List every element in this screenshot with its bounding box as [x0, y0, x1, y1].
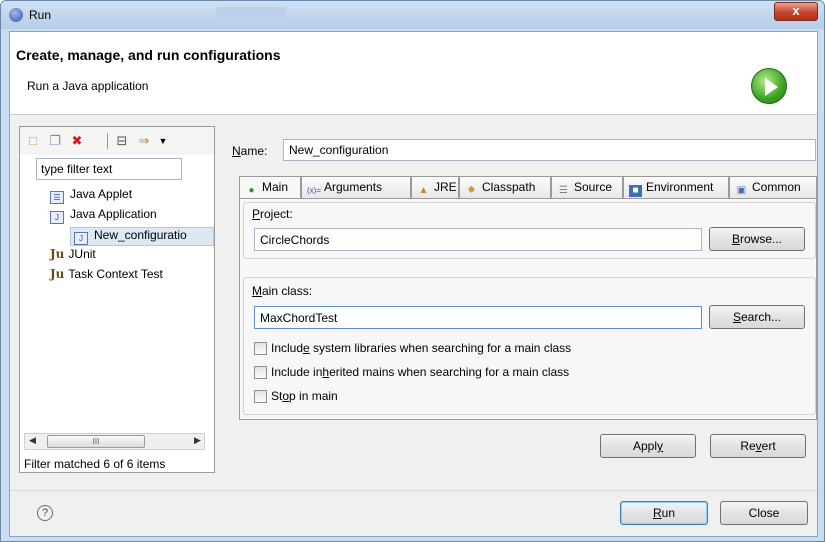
search-button[interactable]: Search...	[709, 305, 805, 329]
main-class-field[interactable]	[254, 306, 702, 329]
scroll-left-arrow-icon[interactable]: ◀	[29, 435, 36, 446]
tab-classpath[interactable]: ✸ Classpath	[459, 176, 551, 198]
environment-icon: ■	[629, 185, 642, 197]
tab-environment[interactable]: ■ Environment	[623, 176, 729, 198]
common-icon: ▣	[736, 185, 747, 196]
footer-separator	[10, 490, 817, 491]
filter-status: Filter matched 6 of 6 items	[24, 457, 166, 471]
title-bar[interactable]: Run x	[1, 1, 824, 29]
include-inherited-mains-checkbox[interactable]	[254, 366, 267, 379]
scroll-right-arrow-icon[interactable]: ▶	[194, 435, 201, 446]
arguments-icon: (x)=	[307, 186, 321, 195]
close-button[interactable]: Close	[720, 501, 808, 525]
run-play-icon	[751, 68, 787, 104]
jre-icon: ▲	[418, 185, 429, 196]
main-tab-content: Project: Browse... Main class: Search...…	[239, 198, 817, 420]
tree-item-label: Java Application	[70, 207, 157, 221]
tree-item-label: New_configuratio	[94, 228, 187, 242]
browse-button[interactable]: Browse...	[709, 227, 805, 251]
tab-common[interactable]: ▣ Common	[729, 176, 817, 198]
tree-item-java-application[interactable]: J Java Application	[50, 207, 157, 226]
tree-item-junit[interactable]: Ju JUnit	[50, 247, 96, 266]
project-field[interactable]	[254, 228, 702, 251]
java-application-icon: J	[74, 232, 88, 245]
tree-item-new-configuration[interactable]: J New_configuratio	[70, 227, 214, 246]
junit-icon: Ju	[50, 267, 65, 281]
main-tab-icon: ●	[248, 185, 255, 196]
include-inherited-mains-label: Include inherited mains when searching f…	[271, 365, 570, 379]
include-system-libraries-checkbox[interactable]	[254, 342, 267, 355]
name-label: Name:	[232, 144, 268, 158]
main-class-label: Main class:	[252, 284, 313, 298]
java-application-icon: J	[50, 211, 64, 224]
window-close-button[interactable]: x	[774, 2, 818, 21]
dialog-header: Create, manage, and run configurations R…	[10, 32, 817, 115]
revert-button[interactable]: Revert	[710, 434, 806, 458]
header-subtitle: Run a Java application	[27, 79, 149, 93]
project-label: Project:	[252, 207, 293, 221]
stop-in-main-label: Stop in main	[271, 389, 338, 403]
scroll-thumb[interactable]: III	[47, 435, 145, 448]
new-launch-config-icon[interactable]: □	[26, 134, 40, 148]
collapse-all-icon[interactable]: ⊟	[115, 134, 129, 148]
duplicate-icon[interactable]: ❐	[48, 134, 62, 148]
horizontal-scrollbar[interactable]: ◀ III ▶	[24, 433, 205, 450]
source-icon: ☰	[559, 185, 568, 196]
apply-button[interactable]: Apply	[600, 434, 696, 458]
window-title: Run	[29, 8, 52, 22]
tab-main[interactable]: ● Main	[239, 176, 301, 199]
tree-item-label: Task Context Test	[68, 267, 163, 281]
java-applet-icon: ☰	[50, 191, 64, 204]
dialog-client-area: Create, manage, and run configurations R…	[9, 31, 818, 537]
tab-strip: ● Main (x)= Arguments ▲ JRE ✸ Classpath ☰ Sou…	[239, 176, 817, 199]
name-field[interactable]	[283, 139, 816, 161]
run-dialog-window: Run x Create, manage, and run configurat…	[0, 0, 825, 542]
configuration-list-panel: □ ❐ ✖ ⊟ ⇒ ▼ ☰ Java Applet J Java Applicati…	[19, 126, 215, 473]
tab-arguments[interactable]: (x)= Arguments	[301, 176, 411, 198]
tree-item-label: Java Applet	[70, 187, 133, 201]
tree-item-java-applet[interactable]: ☰ Java Applet	[50, 187, 132, 206]
tab-jre[interactable]: ▲ JRE	[411, 176, 459, 198]
eclipse-icon	[9, 8, 23, 22]
run-button[interactable]: Run	[620, 501, 708, 525]
tree-item-label: JUnit	[68, 247, 96, 261]
include-system-libraries-label: Include system libraries when searching …	[271, 341, 572, 355]
help-icon[interactable]: ?	[37, 505, 53, 521]
delete-icon[interactable]: ✖	[70, 134, 84, 148]
header-title: Create, manage, and run configurations	[16, 47, 281, 63]
filter-input[interactable]	[36, 158, 182, 180]
main-class-group: Main class: Search... Include system lib…	[243, 277, 816, 415]
classpath-icon: ✸	[467, 185, 476, 196]
junit-icon: Ju	[50, 247, 65, 261]
filter-icon[interactable]: ⇒	[137, 134, 151, 148]
tree-item-task-context-test[interactable]: Ju Task Context Test	[50, 267, 163, 286]
dropdown-icon[interactable]: ▼	[156, 134, 170, 148]
toolbar-separator	[107, 133, 108, 149]
tab-source[interactable]: ☰ Source	[551, 176, 623, 198]
project-group: Project: Browse...	[243, 202, 816, 259]
left-toolbar: □ ❐ ✖ ⊟ ⇒ ▼	[20, 127, 214, 155]
title-blur	[216, 7, 286, 19]
stop-in-main-checkbox[interactable]	[254, 390, 267, 403]
